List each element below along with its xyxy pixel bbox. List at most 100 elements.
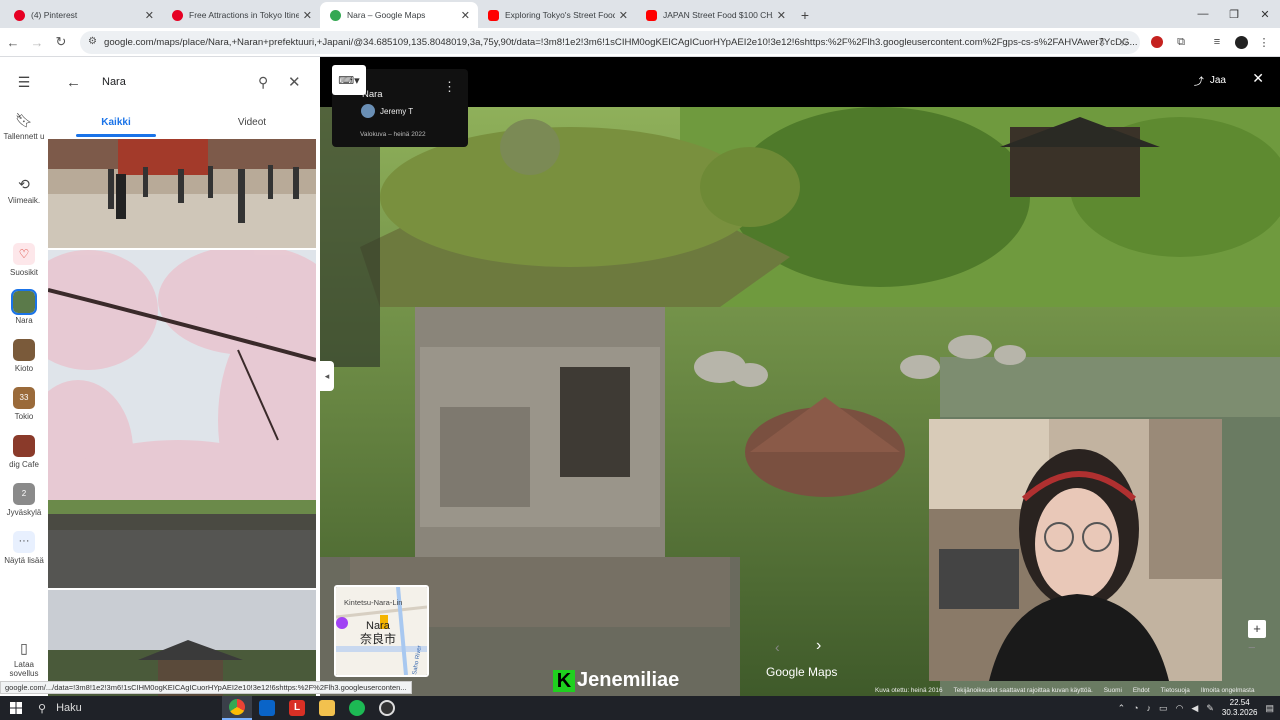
media-controls-icon[interactable]: ≡ xyxy=(1209,34,1225,50)
minimap[interactable]: Kintetsu-Nara-Lin Nara 奈良市 Saho River xyxy=(334,585,429,677)
extension-adblock-icon[interactable] xyxy=(1149,34,1165,50)
close-tab-icon[interactable]: ✕ xyxy=(145,9,154,22)
minimap-place-label: Nara xyxy=(366,620,391,632)
address-bar[interactable]: ⚙ google.com/maps/place/Nara,+Naran+pref… xyxy=(80,31,1140,54)
report-problem-link[interactable]: Ilmoita ongelmasta xyxy=(1201,687,1255,694)
close-tab-icon[interactable]: ✕ xyxy=(619,9,628,22)
tab-title: Exploring Tokyo's Street Food W xyxy=(505,10,615,20)
author-name[interactable]: Jeremy T xyxy=(380,107,413,116)
notifications-icon[interactable]: ▤ xyxy=(1265,703,1274,714)
language-link[interactable]: Suomi xyxy=(1104,687,1122,694)
url-text: google.com/maps/place/Nara,+Naran+prefek… xyxy=(104,37,1138,48)
site-info-icon[interactable]: ⚙ xyxy=(88,36,97,47)
photos-side-panel: ← Nara ⚲ ✕ Kaikki Videot xyxy=(48,57,320,697)
browser-toolbar: ← → ↻ ⚙ google.com/maps/place/Nara,+Nara… xyxy=(0,28,1280,57)
photo-thumbnail-cherry-blossoms[interactable] xyxy=(48,250,316,588)
network-icon[interactable]: ◔ xyxy=(1133,703,1138,713)
rail-item-saved[interactable]: 🔖︎ Tallennett u xyxy=(0,111,48,141)
browser-tab[interactable]: (4) Pinterest ✕ xyxy=(4,2,162,28)
maps-left-rail: ☰ 🔖︎ Tallennett u ⟲ Viimeaik. ♡ Suosikit Na… xyxy=(0,57,48,697)
zoom-out-button[interactable]: − xyxy=(1248,640,1256,655)
install-icon[interactable]: ⇩ xyxy=(1094,34,1110,50)
rail-item-favorites[interactable]: ♡ Suosikit xyxy=(0,243,48,277)
share-button[interactable]: ⤴ Jaa xyxy=(1194,73,1226,88)
previous-photo-icon[interactable]: ‹ xyxy=(775,639,780,655)
youtube-icon xyxy=(488,9,499,21)
back-arrow-icon[interactable]: ← xyxy=(66,74,88,91)
clear-search-icon[interactable]: ✕ xyxy=(288,73,310,91)
rail-label: dig Cafe xyxy=(9,460,39,469)
browser-tab-active[interactable]: Nara – Google Maps ✕ xyxy=(320,2,478,28)
rail-item-jyvaskyla[interactable]: 2 Jyväskylä xyxy=(0,483,48,517)
close-tab-icon[interactable]: ✕ xyxy=(303,9,312,22)
obs-app-icon[interactable] xyxy=(372,696,402,720)
rail-item-cafe[interactable]: dig Cafe xyxy=(0,435,48,469)
tab-title: Nara – Google Maps xyxy=(347,10,426,20)
next-photo-icon[interactable]: › xyxy=(816,637,821,655)
rail-label: Tokio xyxy=(14,412,34,421)
minimize-icon[interactable]: — xyxy=(1186,0,1220,28)
rail-item-nara[interactable]: Nara xyxy=(0,289,48,325)
clock[interactable]: 22.54 30.3.2026 xyxy=(1222,698,1258,718)
browser-tab[interactable]: Exploring Tokyo's Street Food W ✕ xyxy=(478,2,636,28)
chrome-app-icon[interactable] xyxy=(222,696,252,720)
file-explorer-icon[interactable] xyxy=(312,696,342,720)
volume-icon[interactable]: ◀ xyxy=(1191,703,1198,714)
spotify-app-icon[interactable] xyxy=(342,696,372,720)
rail-item-kioto[interactable]: Kioto xyxy=(0,339,48,373)
close-window-icon[interactable]: ✕ xyxy=(1248,0,1280,28)
rail-label: Suosikit xyxy=(9,268,38,277)
search-input[interactable]: Nara xyxy=(102,76,258,88)
bookmark-icon: 🔖︎ xyxy=(15,112,33,128)
reload-icon[interactable]: ↻ xyxy=(50,31,72,53)
browser-tab[interactable]: JAPAN Street Food $100 CHALL ✕ xyxy=(636,2,794,28)
zoom-in-button[interactable]: + xyxy=(1248,620,1266,638)
status-bar-url: google.com/.../data=!3m8!1e2!3m6!1sCIHM0… xyxy=(0,681,412,694)
rail-item-download-app[interactable]: ▯ Lataa sovellus xyxy=(0,639,48,678)
bookmark-star-icon[interactable]: ☆ xyxy=(1116,34,1132,50)
history-icon: ⟲ xyxy=(18,176,30,192)
rail-item-show-more[interactable]: ··· Näytä lisää xyxy=(0,531,48,565)
extensions-icon[interactable]: ⧉ xyxy=(1173,34,1189,50)
pen-icon[interactable]: ✎ xyxy=(1206,703,1214,714)
terms-link[interactable]: Ehdot xyxy=(1133,687,1150,694)
lasso-app-icon[interactable]: L xyxy=(282,696,312,720)
pinterest-icon xyxy=(14,9,25,21)
tab-all[interactable]: Kaikki xyxy=(48,112,184,134)
wifi-icon[interactable]: ◠ xyxy=(1176,703,1184,714)
menu-dots-icon[interactable]: ⋮ xyxy=(1256,34,1272,50)
tray-chevron-icon[interactable]: ⌃ xyxy=(1118,703,1126,714)
rail-item-tokio[interactable]: 33 Tokio xyxy=(0,387,48,421)
photo-thumbnail-crowd[interactable] xyxy=(48,139,316,248)
rail-label: Lataa sovellus xyxy=(9,660,39,678)
more-options-icon[interactable]: ⋮ xyxy=(443,79,456,95)
keyboard-shortcuts-icon[interactable]: ⌨▾ xyxy=(332,65,366,95)
display-icon[interactable]: ▭ xyxy=(1159,703,1168,714)
search-box[interactable]: ← Nara ⚲ ✕ xyxy=(60,67,310,97)
hamburger-menu-icon[interactable]: ☰ xyxy=(0,73,48,94)
outlook-app-icon[interactable] xyxy=(252,696,282,720)
place-thumbnail xyxy=(13,435,35,457)
new-tab-button[interactable]: + xyxy=(794,2,816,28)
rail-item-recent[interactable]: ⟲ Viimeaik. xyxy=(0,175,48,205)
taskbar-search[interactable]: ⚲ Haku xyxy=(32,696,222,720)
close-viewer-icon[interactable]: ✕ xyxy=(1252,70,1264,87)
minimap-place-jp: 奈良市 xyxy=(360,631,396,646)
collapse-panel-button[interactable]: ◂ xyxy=(320,361,334,391)
brand-name: Jenemiliae xyxy=(577,669,680,691)
mic-icon[interactable]: ♪ xyxy=(1147,703,1152,713)
search-icon[interactable]: ⚲ xyxy=(258,74,280,91)
tab-videos[interactable]: Videot xyxy=(184,112,320,134)
back-icon[interactable]: ← xyxy=(2,31,24,53)
author-avatar[interactable] xyxy=(361,104,375,118)
close-tab-icon[interactable]: ✕ xyxy=(777,9,786,22)
forward-icon[interactable]: → xyxy=(26,31,48,53)
windows-start-icon[interactable] xyxy=(0,696,32,720)
close-tab-icon[interactable]: ✕ xyxy=(461,9,470,22)
active-tab-indicator xyxy=(76,134,156,137)
tab-title: Free Attractions in Tokyo Itinera xyxy=(189,10,299,20)
privacy-link[interactable]: Tietosuoja xyxy=(1161,687,1190,694)
restore-icon[interactable]: ❐ xyxy=(1217,0,1251,28)
browser-tab[interactable]: Free Attractions in Tokyo Itinera ✕ xyxy=(162,2,320,28)
profile-avatar[interactable] xyxy=(1233,34,1249,50)
